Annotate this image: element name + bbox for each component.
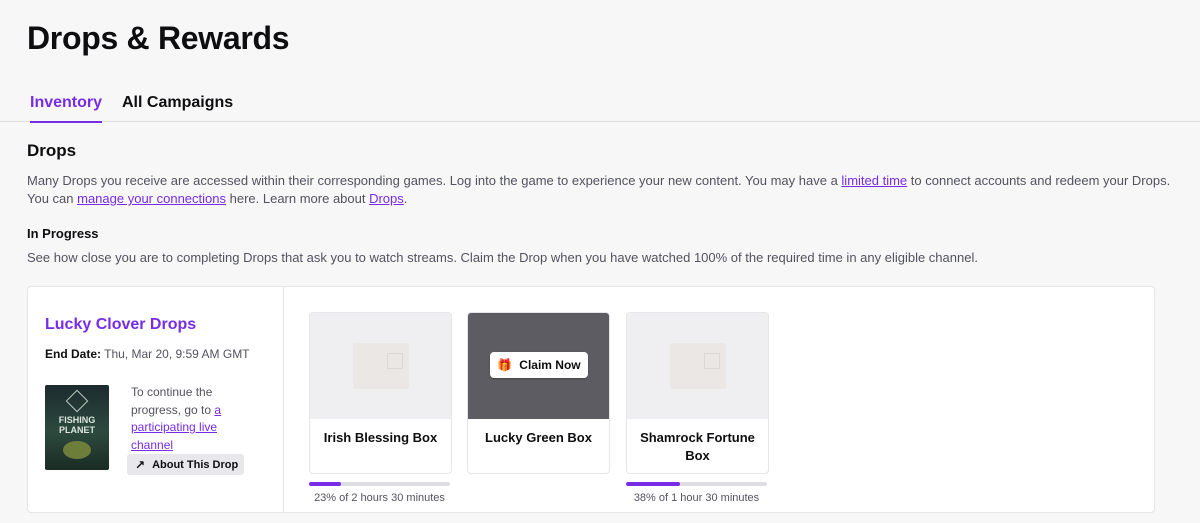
drop-name: Shamrock Fortune Box [640,430,755,463]
game-logo-icon [65,389,89,413]
drops-description: Many Drops you receive are accessed with… [27,173,1171,206]
crate-icon [669,343,726,389]
drop-name: Irish Blessing Box [323,430,438,445]
in-progress-description: See how close you are to completing Drop… [27,250,978,265]
limited-time-link[interactable]: limited time [841,173,907,188]
progress-text: 23% of 2 hours 30 minutes [314,492,445,504]
about-this-drop-button[interactable]: ↗ About This Drop [127,454,244,475]
drop-image [310,313,451,419]
page-title: Drops & Rewards [27,20,290,56]
drop-card-irish-blessing-box: Irish Blessing Box [309,312,452,474]
progress-bar [309,482,450,486]
drop-name: Lucky Green Box [485,430,592,445]
drop-progress-irish-blessing-box: 23% of 2 hours 30 minutes [309,482,450,504]
progress-fill [309,482,342,486]
continue-progress-text: To continue the progress, go to a partic… [131,385,222,452]
in-progress-title: In Progress [27,226,99,241]
crate-icon [352,343,409,389]
campaign-info: Lucky Clover Drops End Date: Thu, Mar 20… [28,287,284,512]
tab-bar: Inventory All Campaigns [0,88,1200,123]
game-cover-title: FISHING PLANET [58,415,96,435]
progress-fill [626,482,680,486]
fish-icon [63,441,91,459]
game-cover-image[interactable]: FISHING PLANET [45,385,109,470]
campaign-name-link[interactable]: Lucky Clover Drops [45,316,196,334]
arrow-up-right-icon: ↗ [135,457,146,472]
drop-image: 🎁 Claim Now [468,313,609,419]
tab-all-campaigns[interactable]: All Campaigns [122,94,233,121]
progress-text: 38% of 1 hour 30 minutes [633,492,760,504]
claim-now-button[interactable]: 🎁 Claim Now [490,352,588,378]
drop-image [627,313,768,419]
campaign-end-date: End Date: Thu, Mar 20, 9:59 AM GMT [45,347,250,361]
gift-icon: 🎁 [497,358,513,372]
tab-inventory[interactable]: Inventory [30,94,103,123]
drop-card-shamrock-fortune-box: Shamrock Fortune Box [626,312,769,474]
drops-link[interactable]: Drops [369,191,404,206]
drop-progress-shamrock-fortune-box: 38% of 1 hour 30 minutes [626,482,767,504]
progress-bar [626,482,767,486]
drop-card-lucky-green-box: 🎁 Claim Now Lucky Green Box [467,312,610,474]
campaign-card: Lucky Clover Drops End Date: Thu, Mar 20… [27,286,1155,513]
drops-section-title: Drops [27,141,77,160]
manage-connections-link[interactable]: manage your connections [77,191,226,206]
